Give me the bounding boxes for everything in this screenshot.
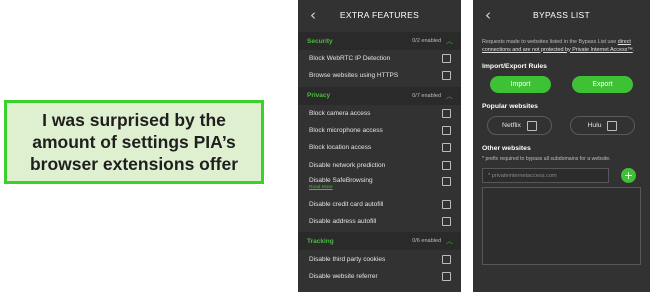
extra-features-panel: ‹ EXTRA FEATURES Security 0/2 enabled ︿ … <box>298 0 461 292</box>
setting-checkbox[interactable] <box>442 54 451 64</box>
section-count: 0/2 enabled <box>412 38 441 44</box>
add-website-row: * privateinternetaccess.com + <box>482 168 641 183</box>
chevron-left-icon[interactable]: ‹ <box>485 6 491 24</box>
plus-icon[interactable]: + <box>621 168 636 183</box>
setting-row: Disable network prediction <box>298 156 461 173</box>
hulu-toggle[interactable]: Hulu <box>570 116 635 135</box>
section-tracking[interactable]: Tracking 0/6 enabled ︿ <box>298 232 461 251</box>
pill-label: Netflix <box>502 122 521 129</box>
setting-label: Block camera access <box>309 109 371 117</box>
section-privacy[interactable]: Privacy 0/7 enabled ︿ <box>298 86 461 105</box>
setting-checkbox[interactable] <box>442 176 451 186</box>
bypass-description: Requests made to websites listed in the … <box>482 39 641 54</box>
setting-row: Block WebRTC IP Detection <box>298 50 461 67</box>
setting-row: Browse websites using HTTPS <box>298 67 461 84</box>
setting-row: Disable credit card autofill <box>298 196 461 213</box>
setting-checkbox[interactable] <box>442 108 451 118</box>
websites-list-area[interactable] <box>482 187 641 265</box>
setting-label: Disable network prediction <box>309 161 386 169</box>
setting-checkbox[interactable] <box>442 126 451 136</box>
setting-row: Disable website referrer <box>298 268 461 285</box>
setting-checkbox[interactable] <box>442 217 451 227</box>
hulu-checkbox[interactable] <box>607 120 618 131</box>
setting-label: Disable credit card autofill <box>309 200 384 208</box>
import-button[interactable]: Import <box>490 76 551 93</box>
caption-text: I was surprised by the amount of setting… <box>29 110 239 174</box>
setting-row: Disable SafeBrowsing Read More <box>298 174 461 196</box>
section-count: 0/7 enabled <box>412 92 441 99</box>
setting-label-group: Disable SafeBrowsing Read More <box>309 177 442 190</box>
description-suffix: . <box>632 46 635 53</box>
setting-label: Disable SafeBrowsing <box>309 176 373 184</box>
setting-row: Disable address autofill <box>298 213 461 230</box>
read-more-link[interactable]: Read More <box>309 185 442 190</box>
setting-checkbox[interactable] <box>442 71 451 81</box>
setting-label: Block location access <box>309 144 372 152</box>
setting-label: Block microphone access <box>309 127 383 135</box>
setting-label: Disable address autofill <box>309 218 377 226</box>
extra-features-title: EXTRA FEATURES <box>339 10 420 20</box>
setting-checkbox[interactable] <box>442 160 451 170</box>
chevron-up-icon[interactable]: ︿ <box>446 236 453 246</box>
export-button[interactable]: Export <box>572 76 633 93</box>
setting-label: Disable website referrer <box>309 272 378 280</box>
section-name: Tracking <box>307 237 334 245</box>
setting-row: Block microphone access <box>298 122 461 139</box>
popular-websites: Netflix Hulu <box>482 116 641 135</box>
setting-row: Block camera access <box>298 105 461 122</box>
section-count: 0/6 enabled <box>412 238 441 245</box>
bypass-list-header: ‹ BYPASS LIST <box>473 0 650 30</box>
netflix-toggle[interactable]: Netflix <box>487 116 552 135</box>
popular-heading: Popular websites <box>482 103 538 110</box>
section-security[interactable]: Security 0/2 enabled ︿ <box>298 32 461 50</box>
setting-row: Disable third party cookies <box>298 250 461 267</box>
import-export-heading: Import/Export Rules <box>482 63 547 70</box>
prefix-note: * prefix required to bypass all subdomai… <box>482 156 611 162</box>
import-export-buttons: Import Export <box>482 76 641 93</box>
setting-checkbox[interactable] <box>442 254 451 264</box>
setting-checkbox[interactable] <box>442 199 451 209</box>
section-name: Security <box>307 37 333 45</box>
setting-row: Block location access <box>298 139 461 156</box>
chevron-up-icon[interactable]: ︿ <box>446 91 453 101</box>
setting-label: Browse websites using HTTPS <box>309 72 399 80</box>
other-heading: Other websites <box>482 145 531 152</box>
pill-label: Hulu <box>587 122 602 129</box>
setting-label: Disable third party cookies <box>309 255 386 263</box>
caption-box: I was surprised by the amount of setting… <box>4 100 264 184</box>
extra-features-header: ‹ EXTRA FEATURES <box>298 0 461 30</box>
chevron-left-icon[interactable]: ‹ <box>310 6 316 24</box>
setting-checkbox[interactable] <box>442 143 451 153</box>
bypass-list-title: BYPASS LIST <box>533 10 590 20</box>
bypass-list-panel: ‹ BYPASS LIST Requests made to websites … <box>473 0 650 292</box>
website-input[interactable]: * privateinternetaccess.com <box>482 168 609 183</box>
section-name: Privacy <box>307 92 331 100</box>
setting-label: Block WebRTC IP Detection <box>309 55 391 63</box>
setting-checkbox[interactable] <box>442 271 451 281</box>
description-prefix: Requests made to websites listed in the … <box>482 39 618 45</box>
chevron-up-icon[interactable]: ︿ <box>446 36 453 46</box>
netflix-checkbox[interactable] <box>526 120 537 131</box>
